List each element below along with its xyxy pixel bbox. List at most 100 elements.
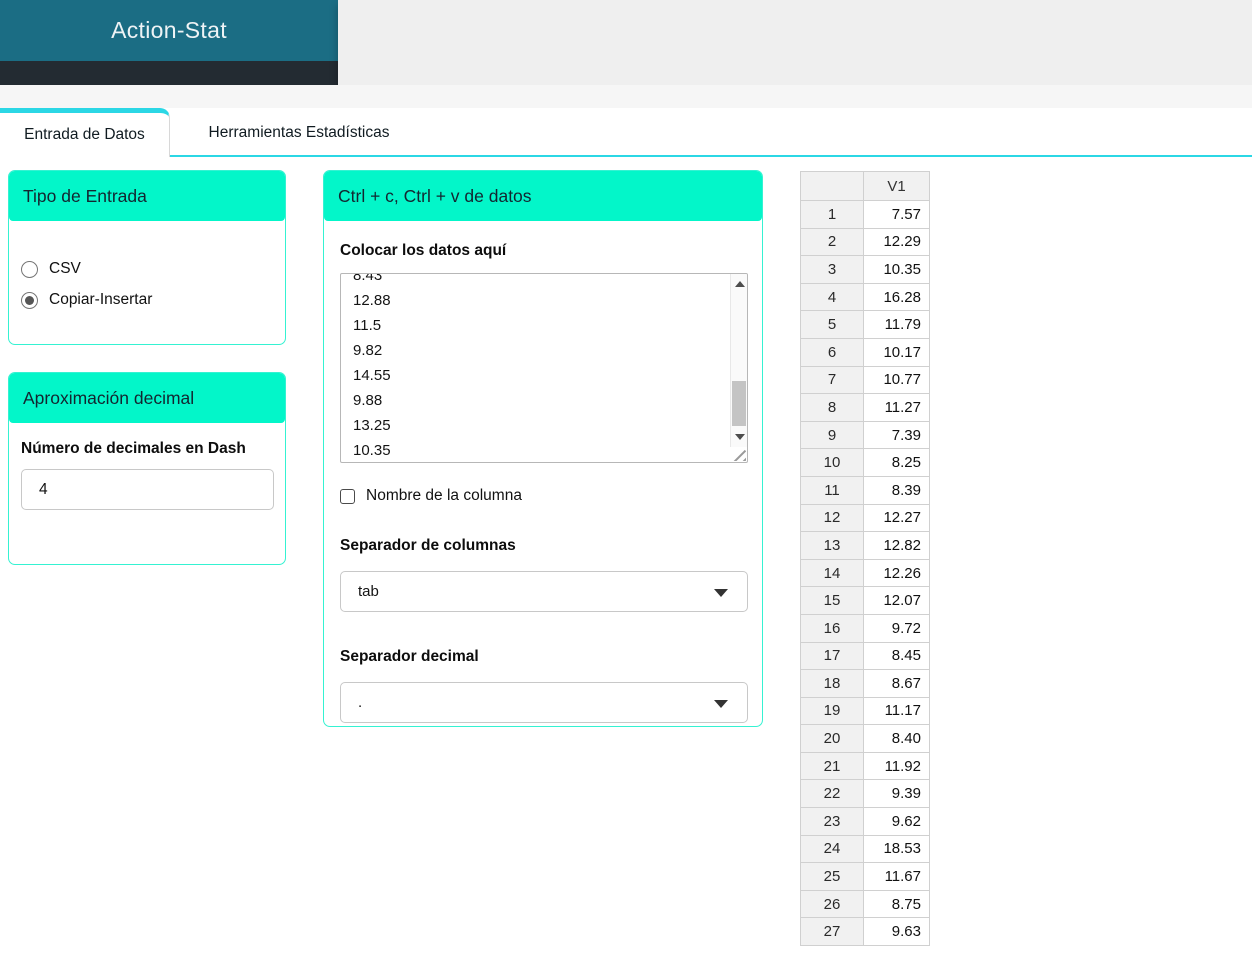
v1-value-cell[interactable]: 16.28 bbox=[863, 282, 930, 312]
row-index-cell: 6 bbox=[800, 337, 864, 367]
tab-entrada-de-datos[interactable]: Entrada de Datos bbox=[0, 108, 170, 157]
radio-option-label: Copiar-Insertar bbox=[49, 291, 153, 308]
v1-value-cell[interactable]: 11.17 bbox=[863, 696, 930, 726]
v1-value-cell[interactable]: 10.35 bbox=[863, 255, 930, 284]
tab-label: Entrada de Datos bbox=[24, 126, 145, 143]
row-index-cell: 1 bbox=[800, 200, 864, 229]
app-title: Action-Stat bbox=[111, 17, 227, 43]
app-navbar: Action-Stat bbox=[0, 0, 338, 61]
radio-icon[interactable] bbox=[21, 260, 38, 278]
table-row: 20 8.40 bbox=[800, 724, 930, 753]
v1-value-cell[interactable]: 12.07 bbox=[863, 586, 930, 615]
paste-textarea-content: 8.43 12.88 11.5 9.82 14.55 9.88 13.25 10… bbox=[353, 273, 391, 459]
table-row: 22 9.39 bbox=[800, 779, 930, 809]
v1-value-cell[interactable]: 12.27 bbox=[863, 503, 930, 533]
index-column-header bbox=[800, 171, 864, 201]
v1-value-cell[interactable]: 7.39 bbox=[863, 420, 930, 450]
table-row: 12 12.27 bbox=[800, 503, 930, 533]
tab-bar: Entrada de Datos Herramientas Estadístic… bbox=[0, 108, 1252, 157]
dropdown-value: . bbox=[358, 694, 363, 711]
v1-value-cell[interactable]: 8.67 bbox=[863, 669, 930, 698]
table-row: 2 12.29 bbox=[800, 227, 930, 257]
v1-value-cell[interactable]: 9.62 bbox=[863, 807, 930, 836]
row-index-cell: 15 bbox=[800, 586, 864, 615]
row-index-cell: 26 bbox=[800, 889, 864, 919]
row-index-cell: 11 bbox=[800, 475, 864, 505]
input-type-card: Tipo de Entrada CSV Copiar-Insertar bbox=[8, 170, 286, 345]
v1-value-cell[interactable]: 10.77 bbox=[863, 365, 930, 395]
table-header-row: V1 bbox=[800, 171, 930, 201]
column-name-label: Nombre de la columna bbox=[366, 487, 522, 504]
v1-value-cell[interactable]: 8.45 bbox=[863, 641, 930, 671]
row-index-cell: 8 bbox=[800, 393, 864, 422]
row-index-cell: 13 bbox=[800, 531, 864, 560]
v1-value-cell[interactable]: 9.63 bbox=[863, 917, 930, 947]
table-row: 4 16.28 bbox=[800, 282, 930, 312]
column-separator-dropdown[interactable]: tab bbox=[340, 571, 748, 612]
radio-option[interactable]: Copiar-Insertar bbox=[21, 288, 285, 312]
v1-value-cell[interactable]: 8.75 bbox=[863, 889, 930, 919]
decimals-input[interactable] bbox=[21, 469, 274, 510]
v1-value-cell[interactable]: 12.82 bbox=[863, 531, 930, 560]
resize-grip-icon[interactable] bbox=[733, 448, 746, 461]
header-substrip bbox=[0, 85, 1252, 108]
v1-value-cell[interactable]: 8.39 bbox=[863, 475, 930, 505]
column-name-checkbox[interactable] bbox=[340, 488, 355, 504]
row-index-cell: 10 bbox=[800, 448, 864, 477]
v1-value-cell[interactable]: 8.25 bbox=[863, 448, 930, 477]
radio-option[interactable]: CSV bbox=[21, 257, 285, 281]
v1-value-cell[interactable]: 11.79 bbox=[863, 310, 930, 339]
row-index-cell: 9 bbox=[800, 420, 864, 450]
row-index-cell: 21 bbox=[800, 751, 864, 781]
table-row: 26 8.75 bbox=[800, 889, 930, 919]
table-row: 5 11.79 bbox=[800, 310, 930, 339]
chevron-down-icon bbox=[714, 589, 728, 597]
row-index-cell: 20 bbox=[800, 724, 864, 753]
v1-value-cell[interactable]: 9.72 bbox=[863, 613, 930, 643]
table-row: 15 12.07 bbox=[800, 586, 930, 615]
table-row: 9 7.39 bbox=[800, 420, 930, 450]
textarea-scrollbar[interactable] bbox=[730, 274, 747, 447]
scroll-up-icon[interactable] bbox=[731, 277, 747, 291]
data-table-body: 1 7.57 2 12.29 3 10.35 4 16.28 5 11.79 6 10.17 7 10.7… bbox=[800, 200, 930, 947]
v1-value-cell[interactable]: 11.27 bbox=[863, 393, 930, 422]
column-name-row[interactable]: Nombre de la columna bbox=[340, 487, 746, 505]
table-row: 21 11.92 bbox=[800, 751, 930, 781]
v1-value-cell[interactable]: 9.39 bbox=[863, 779, 930, 809]
scroll-down-icon[interactable] bbox=[731, 430, 747, 444]
input-type-card-header: Tipo de Entrada bbox=[9, 171, 285, 221]
row-index-cell: 19 bbox=[800, 696, 864, 726]
tab-herramientas-estadisticas[interactable]: Herramientas Estadísticas bbox=[171, 108, 427, 157]
paste-textarea[interactable]: 8.43 12.88 11.5 9.82 14.55 9.88 13.25 10… bbox=[340, 273, 748, 463]
row-index-cell: 18 bbox=[800, 669, 864, 698]
v1-value-cell[interactable]: 12.29 bbox=[863, 227, 930, 257]
v1-value-cell[interactable]: 10.17 bbox=[863, 337, 930, 367]
v1-value-cell[interactable]: 11.67 bbox=[863, 862, 930, 891]
v1-value-cell[interactable]: 11.92 bbox=[863, 751, 930, 781]
paste-card: Ctrl + c, Ctrl + v de datos Colocar los … bbox=[323, 170, 763, 727]
input-type-options: CSV Copiar-Insertar bbox=[9, 257, 285, 312]
radio-icon[interactable] bbox=[21, 291, 38, 309]
row-index-cell: 4 bbox=[800, 282, 864, 312]
scrollbar-thumb[interactable] bbox=[732, 381, 746, 426]
card-title: Tipo de Entrada bbox=[23, 185, 147, 206]
row-index-cell: 3 bbox=[800, 255, 864, 284]
data-table: V1 1 7.57 2 12.29 3 10.35 4 16.28 5 11.79 6 10.17 7 1… bbox=[800, 171, 930, 947]
chevron-down-icon bbox=[714, 700, 728, 708]
decimal-card-header: Aproximación decimal bbox=[9, 373, 285, 423]
card-title: Aproximación decimal bbox=[23, 387, 195, 408]
table-row: 3 10.35 bbox=[800, 255, 930, 284]
paste-card-header: Ctrl + c, Ctrl + v de datos bbox=[324, 171, 762, 221]
table-row: 19 11.17 bbox=[800, 696, 930, 726]
v1-value-cell[interactable]: 18.53 bbox=[863, 834, 930, 864]
row-index-cell: 24 bbox=[800, 834, 864, 864]
v1-value-cell[interactable]: 12.26 bbox=[863, 558, 930, 588]
v1-column-header: V1 bbox=[863, 171, 930, 201]
v1-value-cell[interactable]: 7.57 bbox=[863, 200, 930, 229]
table-row: 14 12.26 bbox=[800, 558, 930, 588]
v1-value-cell[interactable]: 8.40 bbox=[863, 724, 930, 753]
decimal-separator-label: Separador decimal bbox=[340, 648, 479, 665]
row-index-cell: 14 bbox=[800, 558, 864, 588]
row-index-cell: 17 bbox=[800, 641, 864, 671]
decimal-separator-dropdown[interactable]: . bbox=[340, 682, 748, 723]
